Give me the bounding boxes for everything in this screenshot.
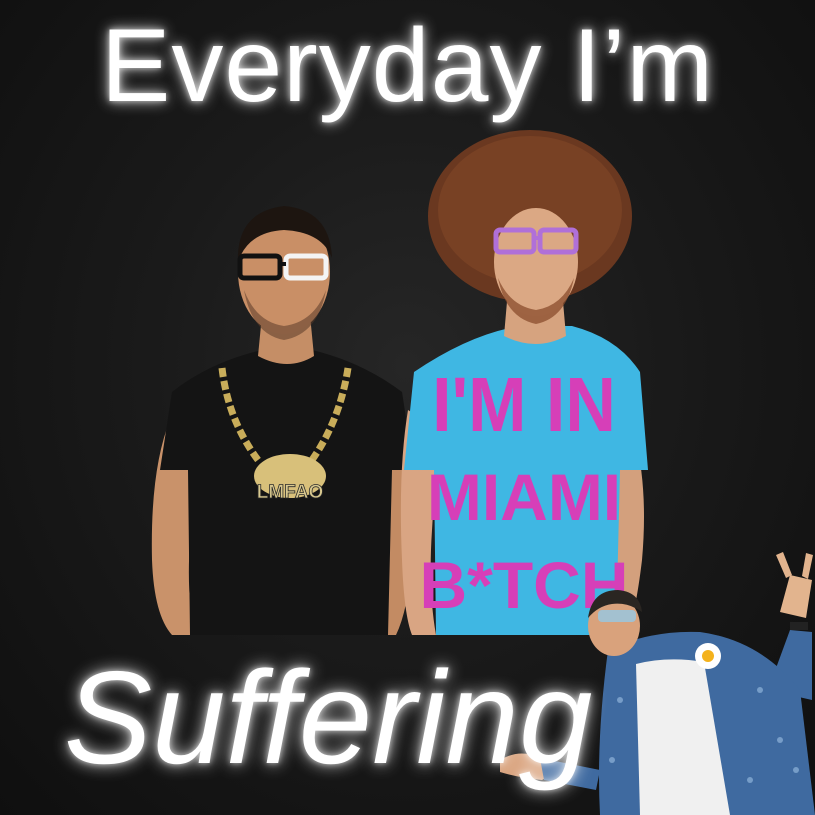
top-caption: Everyday I’m bbox=[100, 8, 715, 124]
bottom-caption: Suffering bbox=[64, 644, 593, 791]
lmfao-logo-text: LMFAO bbox=[257, 482, 324, 503]
shirt-print-line-1: I'M IN bbox=[432, 361, 616, 448]
right-person: I'M IN MIAMI B*TCH bbox=[400, 130, 648, 635]
left-person: LMFAO bbox=[151, 206, 415, 635]
shirt-print-line-2: MIAMI bbox=[427, 460, 621, 534]
meme-image: LMFAO I'M IN MIAMI B*TCH Everyday I’m Su… bbox=[0, 0, 815, 815]
shirt-print: I'M IN MIAMI B*TCH bbox=[420, 361, 629, 622]
